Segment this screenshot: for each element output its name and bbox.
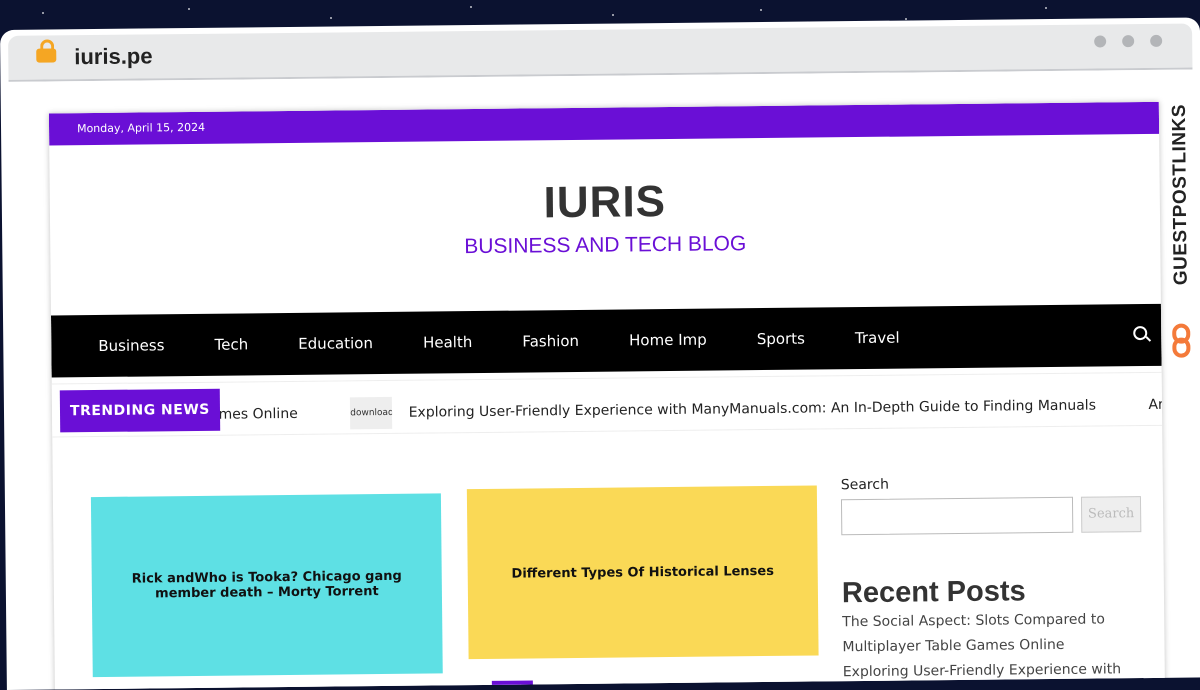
watermark-text: GUESTPOSTLINKS (1168, 103, 1192, 286)
news-ticker: ames Online download Exploring User-Frie… (210, 387, 1162, 431)
category-badge[interactable]: Tech (491, 680, 534, 690)
ticker-item[interactable]: Exploring User-Friendly Experience with … (409, 398, 1096, 421)
watermark: GUESTPOSTLINKS (1165, 73, 1198, 373)
recent-post-link[interactable]: Exploring User-Friendly Experience with (843, 657, 1145, 685)
post-card[interactable]: Rick andWho is Tooka? Chicago gang membe… (90, 493, 443, 678)
ticker-item[interactable]: ames Online (210, 406, 298, 423)
nav-item-business[interactable]: Business (98, 314, 165, 377)
ticker-thumbnail[interactable]: download (350, 396, 393, 430)
search-input[interactable] (840, 496, 1074, 536)
current-date: Monday, April 15, 2024 (76, 120, 206, 136)
site-header: IURIS BUSINESS AND TECH BLOG (49, 134, 1161, 316)
nav-item-sports[interactable]: Sports (756, 308, 805, 371)
post-card-title[interactable]: Rick andWho is Tooka? Chicago gang membe… (102, 569, 432, 602)
ticker-item[interactable]: Architectural Reels: Desig (1148, 395, 1162, 413)
post-card-title[interactable]: Different Types Of Historical Lenses (511, 563, 774, 581)
url-text[interactable]: iuris.pe (74, 43, 153, 70)
website: Monday, April 15, 2024 IURIS BUSINESS AN… (48, 101, 1166, 690)
recent-posts-title: Recent Posts (841, 575, 1026, 610)
control-dot-icon[interactable] (1122, 35, 1135, 48)
sidebar: Search Search Recent Posts The Social As… (841, 474, 1145, 685)
nav-item-tech[interactable]: Tech (214, 313, 248, 375)
trending-news-bar: TRENDING NEWS ames Online download Explo… (51, 371, 1163, 438)
main-nav: Business Tech Education Health Fashion H… (50, 303, 1162, 378)
link-icon (1170, 324, 1194, 362)
lock-icon (36, 48, 57, 63)
address-bar[interactable]: iuris.pe (8, 23, 1193, 82)
window-controls (1083, 32, 1163, 52)
browser-window: iuris.pe Monday, April 15, 2024 IURIS BU… (0, 17, 1200, 690)
recent-post-link[interactable]: Multiplayer Table Games Online (842, 632, 1144, 660)
nav-item-home-imp[interactable]: Home Imp (629, 309, 707, 372)
site-title[interactable]: IURIS (49, 134, 1160, 234)
nav-item-fashion[interactable]: Fashion (522, 310, 579, 373)
site-tagline: BUSINESS AND TECH BLOG (464, 232, 747, 259)
search-button[interactable]: Search (1080, 496, 1142, 533)
nav-item-education[interactable]: Education (298, 312, 373, 375)
recent-post-link[interactable]: The Social Aspect: Slots Compared to (842, 607, 1144, 635)
search-label: Search (840, 476, 890, 494)
nav-item-health[interactable]: Health (423, 311, 473, 374)
nav-item-travel[interactable]: Travel (855, 307, 900, 369)
control-dot-icon[interactable] (1150, 34, 1163, 47)
post-card[interactable]: Different Types Of Historical Lenses (466, 485, 819, 660)
control-dot-icon[interactable] (1093, 35, 1107, 48)
trending-label: TRENDING NEWS (59, 388, 221, 433)
search-icon[interactable] (1133, 326, 1148, 341)
